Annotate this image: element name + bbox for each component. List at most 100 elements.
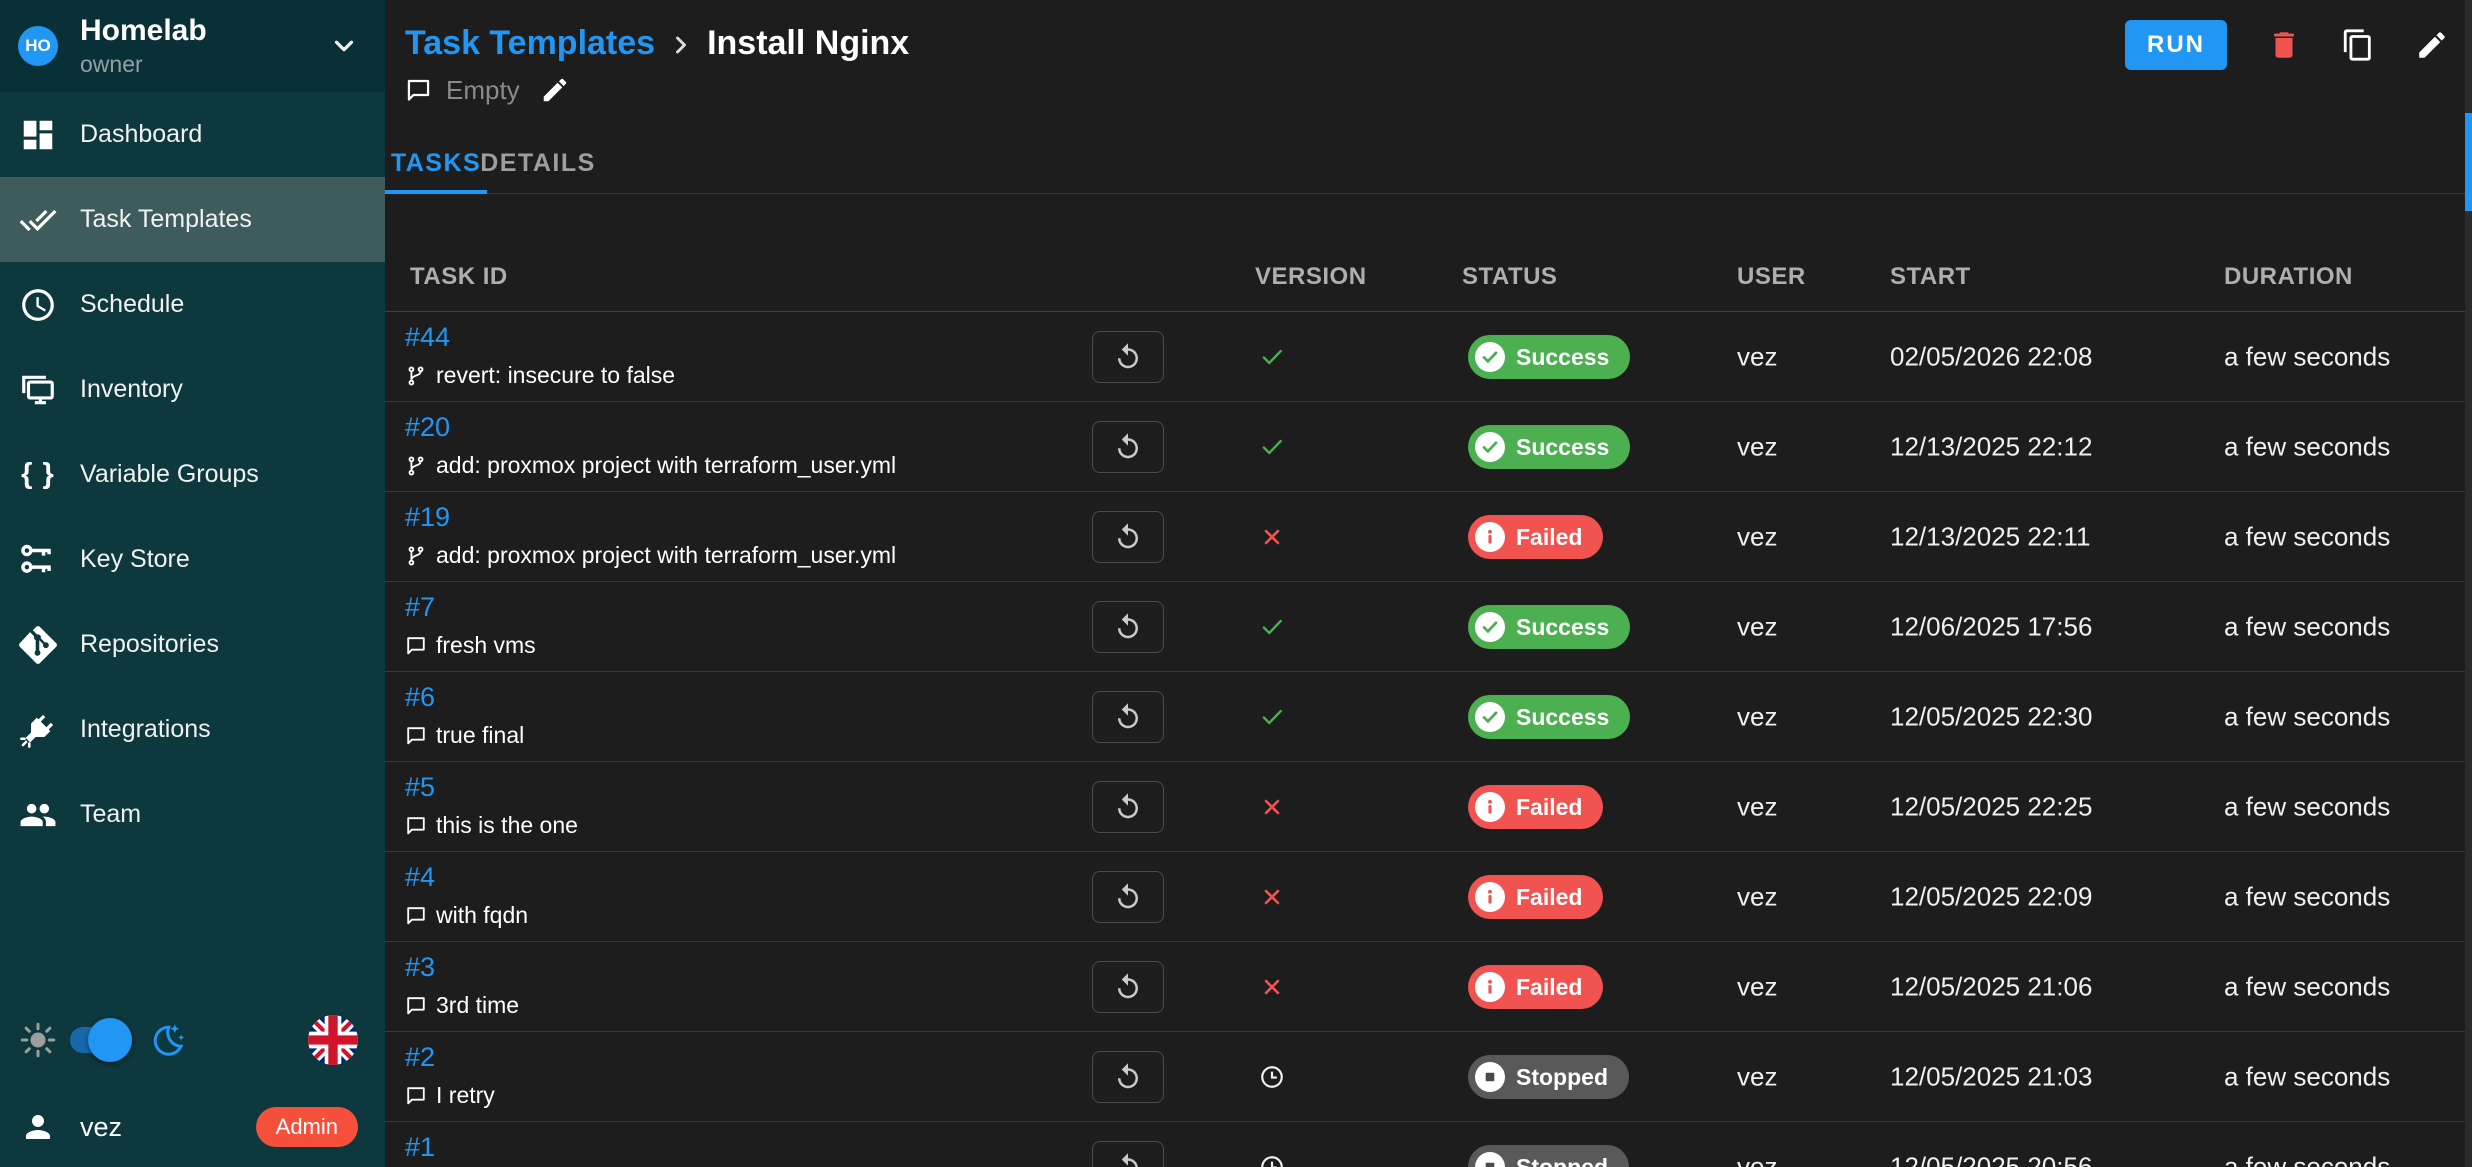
sidebar-item-team[interactable]: Team [0,772,385,857]
scrollbar-thumb[interactable] [2465,113,2472,211]
task-cell: #44 revert: insecure to false [405,322,675,389]
delete-template-button[interactable] [2267,28,2301,62]
task-duration: a few seconds [2224,1061,2390,1092]
status-badge: Failed [1468,965,1603,1009]
task-id-link[interactable]: #1 [405,1132,435,1163]
template-description: Empty [405,72,570,108]
dark-mode-toggle[interactable] [70,1027,128,1053]
rerun-task-button[interactable] [1092,871,1164,923]
task-message-text: revert: insecure to false [436,362,675,389]
status-badge: Stopped [1468,1055,1629,1099]
breadcrumb-parent-link[interactable]: Task Templates [405,24,655,63]
theme-row [0,1008,385,1072]
task-message-text: add: proxmox project with terraform_user… [436,542,896,569]
status-stopped-icon [1475,1152,1505,1167]
rerun-task-button[interactable] [1092,961,1164,1013]
task-user: vez [1737,971,1777,1002]
table-row: #44revert: insecure to falseSuccessvez02… [385,312,2472,402]
status-label: Failed [1516,974,1582,1001]
sidebar-item-inventory[interactable]: Inventory [0,347,385,432]
template-actions: RUN [2125,20,2449,70]
task-cell: #5this is the one [405,772,578,839]
task-user: vez [1737,791,1777,822]
status-badge: Success [1468,605,1630,649]
task-cell: #20add: proxmox project with terraform_u… [405,412,896,479]
run-button[interactable]: RUN [2125,20,2227,70]
task-message-text: with fqdn [436,902,528,929]
task-id-link[interactable]: #4 [405,862,435,893]
task-user: vez [1737,341,1777,372]
task-id-link[interactable]: #5 [405,772,435,803]
rerun-task-button[interactable] [1092,691,1164,743]
git-branch-icon [405,455,427,477]
sidebar-item-schedule[interactable]: Schedule [0,262,385,347]
task-id-link[interactable]: #44 [405,322,450,353]
task-duration: a few seconds [2224,521,2390,552]
moon-stars-icon [150,1022,186,1058]
task-start-time: 02/05/2026 22:08 [1890,341,2092,372]
task-cell: #19 add: proxmox project with terraform_u… [405,502,896,569]
sidebar-item-repositories[interactable]: Repositories [0,602,385,687]
version-check-icon [1257,433,1287,461]
rerun-task-button[interactable] [1092,781,1164,833]
task-id-link[interactable]: #20 [405,412,450,443]
task-message: I retry [405,1082,495,1109]
user-name: vez [80,1112,122,1143]
status-success-icon [1475,612,1505,642]
copy-template-button[interactable] [2341,28,2375,62]
rerun-task-button[interactable] [1092,511,1164,563]
status-badge: Success [1468,425,1630,469]
rerun-task-button[interactable] [1092,601,1164,653]
task-id-link[interactable]: #7 [405,592,435,623]
task-duration: a few seconds [2224,701,2390,732]
project-avatar: HO [18,26,58,66]
task-id-link[interactable]: #19 [405,502,450,533]
comment-icon [405,77,432,104]
comment-icon [405,905,427,927]
task-cell: #2 I retry [405,1042,495,1109]
rerun-task-button[interactable] [1092,1051,1164,1103]
status-success-icon [1475,432,1505,462]
sidebar-item-task-templates[interactable]: Task Templates [0,177,385,262]
table-row: #2I retryStoppedvez12/05/2025 21:03a few… [385,1032,2472,1122]
task-user: vez [1737,521,1777,552]
task-duration: a few seconds [2224,971,2390,1002]
comment-icon [405,1085,427,1107]
status-label: Stopped [1516,1064,1608,1091]
version-check-icon [1257,613,1287,641]
chevron-down-icon[interactable] [329,31,359,61]
sidebar-item-integrations[interactable]: Integrations [0,687,385,772]
rerun-task-button[interactable] [1092,421,1164,473]
sidebar-item-label: Repositories [80,630,219,659]
tab-details[interactable]: DETAILS [487,133,589,193]
toggle-thumb[interactable] [88,1018,132,1062]
version-check-icon [1257,703,1287,731]
chevron-right-icon [667,31,695,59]
task-message-text: this is the one [436,812,578,839]
version-cross-icon [1257,793,1287,821]
task-duration: a few seconds [2224,341,2390,372]
rerun-task-button[interactable] [1092,1141,1164,1167]
user-menu[interactable]: vez Admin [0,1098,385,1156]
edit-description-icon[interactable] [540,75,570,105]
project-switcher[interactable]: HO Homelab owner [0,0,385,92]
rerun-task-button[interactable] [1092,331,1164,383]
task-id-link[interactable]: #3 [405,952,435,983]
edit-template-button[interactable] [2415,28,2449,62]
sidebar-item-dashboard[interactable]: Dashboard [0,92,385,177]
version-clock-icon [1257,1063,1287,1091]
task-id-link[interactable]: #2 [405,1042,435,1073]
sidebar-item-key-store[interactable]: Key Store [0,517,385,602]
sidebar-item-variable-groups[interactable]: { }Variable Groups [0,432,385,517]
task-user: vez [1737,1151,1777,1167]
tab-tasks[interactable]: TASKS [385,133,487,193]
status-badge: Failed [1468,875,1603,919]
page-title: Install Nginx [707,24,909,63]
version-clock-icon [1257,1153,1287,1167]
team-people-icon [19,796,57,834]
task-id-link[interactable]: #6 [405,682,435,713]
language-flag-uk[interactable] [308,1015,358,1065]
task-cell: #1 [405,1132,435,1163]
task-message: this is the one [405,812,578,839]
scrollbar-track[interactable] [2465,0,2472,1167]
